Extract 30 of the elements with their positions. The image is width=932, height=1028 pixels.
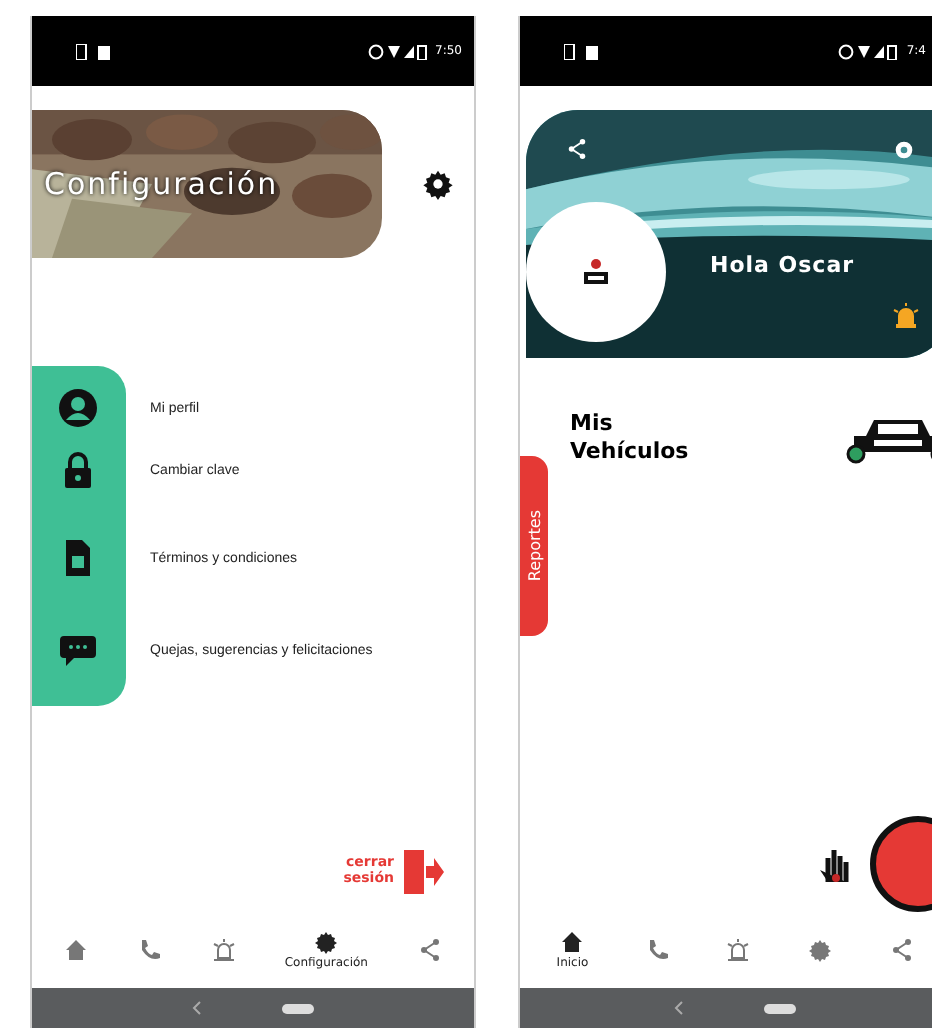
status-icons: [838, 43, 899, 59]
share-icon: [417, 938, 442, 962]
exit-door-icon[interactable]: [402, 848, 446, 896]
home-pill-icon[interactable]: [764, 1003, 796, 1013]
share-icon[interactable]: [566, 138, 588, 160]
alarm-bell-icon[interactable]: [892, 302, 920, 330]
phone-icon: [138, 938, 162, 962]
back-icon[interactable]: [192, 1000, 202, 1016]
alarm-icon: [211, 938, 236, 962]
home-pill-icon[interactable]: [282, 1003, 314, 1013]
notification-icons: [564, 43, 604, 59]
status-icons: [367, 43, 428, 59]
share-icon: [889, 938, 914, 962]
home-icon: [64, 938, 89, 962]
page-title: Configuración: [42, 166, 279, 202]
settings-icon[interactable]: [894, 140, 914, 160]
notification-icons: [76, 43, 116, 59]
settings-icon: [314, 930, 339, 954]
person-at-desk-icon: [580, 256, 612, 288]
reports-tab[interactable]: Reportes: [520, 456, 548, 636]
profile-icon: [58, 388, 98, 428]
greeting-text: Hola Oscar: [710, 252, 855, 278]
alarm-icon: [726, 938, 751, 962]
settings-icon[interactable]: [422, 168, 454, 200]
home-icon: [560, 930, 585, 954]
section-title: Mis Vehículos: [570, 410, 691, 468]
phone-icon: [645, 938, 670, 962]
settings-icon: [808, 938, 833, 962]
back-icon[interactable]: [674, 1000, 684, 1016]
chat-icon: [58, 630, 98, 670]
